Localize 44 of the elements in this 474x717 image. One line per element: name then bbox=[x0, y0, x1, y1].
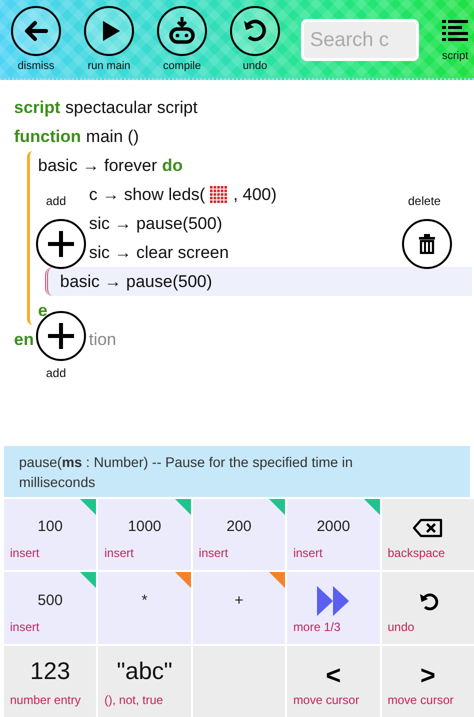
insert-key[interactable]: 1000 insert bbox=[98, 498, 191, 570]
cursor-key[interactable]: < move cursor bbox=[287, 646, 380, 717]
entry-key[interactable]: "abc" (), not, true bbox=[98, 646, 191, 717]
led-grid-icon bbox=[210, 186, 228, 204]
add-label: add bbox=[44, 366, 68, 380]
insert-key[interactable]: + bbox=[192, 572, 286, 644]
script-button[interactable]: script bbox=[442, 20, 468, 62]
entry-key[interactable]: 123 number entry bbox=[4, 646, 96, 717]
code-text: tion bbox=[88, 330, 116, 350]
code-text: sic → clear screen bbox=[89, 242, 229, 262]
backspace-icon bbox=[412, 518, 443, 538]
add-label: add bbox=[44, 194, 68, 208]
insert-key[interactable]: 500 insert bbox=[4, 572, 96, 644]
code-keyword: e bbox=[38, 300, 48, 320]
help-text: pause(ms : Number) -- Pause for the specified time in milliseconds bbox=[4, 446, 470, 496]
backspace-key[interactable]: backspace bbox=[382, 498, 474, 570]
code-text: basic → pause(500) bbox=[60, 272, 212, 292]
cursor-key[interactable]: > move cursor bbox=[382, 646, 474, 717]
add-button[interactable] bbox=[36, 219, 86, 269]
list-icon bbox=[442, 20, 468, 41]
code-keyword: function bbox=[14, 126, 82, 146]
code-text: , 400) bbox=[233, 184, 277, 204]
insert-key[interactable]: 2000 insert bbox=[287, 498, 380, 570]
trash-icon bbox=[418, 234, 436, 254]
undo-key[interactable]: undo bbox=[382, 572, 474, 644]
search-field[interactable]: Search c bbox=[301, 19, 419, 61]
selected-code-line[interactable]: basic → pause(500) bbox=[45, 267, 472, 296]
insert-key[interactable]: * bbox=[98, 572, 191, 644]
code-keyword: do bbox=[162, 156, 183, 176]
fast-forward-icon bbox=[317, 586, 350, 616]
code-text: main () bbox=[86, 126, 139, 146]
code-text: sic → pause(500) bbox=[89, 214, 222, 234]
more-key[interactable]: more 1/3 bbox=[287, 572, 380, 644]
code-keyword: script bbox=[14, 98, 60, 118]
code-text: c → show leds( bbox=[89, 184, 206, 204]
insert-key[interactable]: 100 insert bbox=[4, 498, 96, 570]
delete-label: delete bbox=[406, 194, 443, 208]
insert-key[interactable]: 200 insert bbox=[192, 498, 286, 570]
plus-icon bbox=[45, 228, 77, 260]
code-text: basic → forever bbox=[38, 156, 158, 176]
plus-icon bbox=[45, 320, 77, 352]
delete-button[interactable] bbox=[402, 219, 452, 269]
code-keyword: en bbox=[14, 330, 34, 350]
code-text: spectacular script bbox=[65, 98, 198, 118]
